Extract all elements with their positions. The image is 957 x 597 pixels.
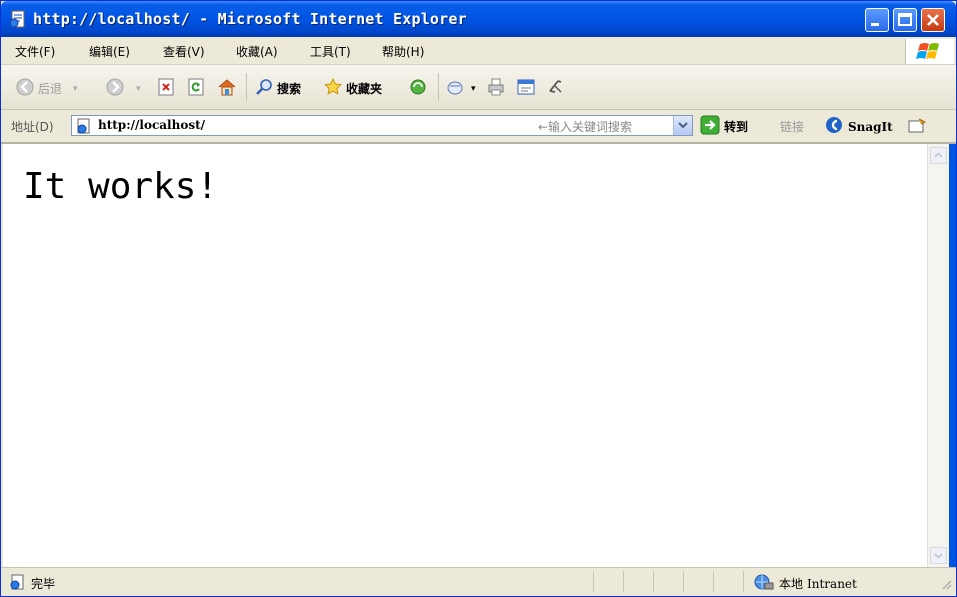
search-icon [254,77,274,100]
status-divider [593,571,594,592]
page-heading: It works! [23,166,219,207]
menu-help[interactable]: 帮助(H) [382,43,424,60]
refresh-button[interactable] [186,77,206,100]
status-divider [623,571,624,592]
keyword-search-hint: ←输入关键词搜索 [538,120,633,134]
back-dropdown-icon: ▾ [73,83,78,94]
edit-button[interactable] [516,77,536,100]
address-dropdown-button[interactable] [673,116,692,135]
forward-button[interactable]: ▾ [105,77,141,100]
print-icon [486,77,506,100]
status-text: 完毕 [31,577,56,591]
menu-file[interactable]: 文件(F) [15,43,55,60]
chevron-down-icon [678,122,688,129]
address-input[interactable]: http://localhost/ ←输入关键词搜索 [71,115,693,136]
browser-window: http://localhost/ - Microsoft Internet E… [0,0,957,597]
page-content: It works! [3,144,927,567]
zone-name-en: Intranet [807,576,857,591]
address-url: http://localhost/ [98,118,206,132]
snagit-label: SnagIt [848,119,893,134]
stop-button[interactable] [156,77,176,100]
links-button[interactable]: 链接 [780,118,804,135]
toolbar-separator [438,73,439,101]
window-frame-right [949,144,956,567]
scroll-up-button[interactable] [930,147,947,164]
status-divider [653,571,654,592]
go-arrow-icon [700,115,720,138]
edit-page-icon [516,77,536,100]
go-button[interactable]: 转到 [700,115,748,138]
mail-dropdown-icon: ▾ [471,83,476,94]
chevron-down-icon [934,553,943,559]
favorites-star-icon [323,77,343,100]
stop-icon [156,77,176,100]
favorites-button[interactable]: 收藏夹 [323,77,382,100]
forward-dropdown-icon: ▾ [136,83,141,94]
status-bar: 完毕 本地 Intranet [1,567,956,596]
back-arrow-icon [15,77,35,100]
window-title: http://localhost/ - Microsoft Internet E… [33,10,467,28]
toolbar-separator [246,73,247,101]
standard-toolbar: 后退 ▾ ▾ 搜索 收藏夹 ▾ [1,65,956,110]
scroll-down-button[interactable] [930,547,947,564]
home-icon [216,77,238,100]
back-label: 后退 [38,82,63,96]
menu-edit[interactable]: 编辑(E) [89,43,130,60]
snagit-button[interactable]: SnagIt [824,115,893,138]
status-divider [743,571,744,592]
chevron-up-icon [934,152,943,158]
page-icon [76,118,94,138]
resize-grip-icon[interactable] [940,575,952,594]
vertical-scrollbar[interactable] [927,144,950,567]
refresh-icon [186,77,206,100]
mail-button[interactable]: ▾ [446,77,476,100]
menu-view[interactable]: 查看(V) [163,43,205,60]
page-done-icon [9,574,27,594]
snagit-capture-icon[interactable] [907,117,929,139]
discuss-icon [546,77,566,100]
go-label: 转到 [724,120,749,134]
mail-icon [446,77,468,100]
intranet-globe-icon [753,573,775,594]
close-button[interactable] [921,8,945,32]
home-button[interactable] [216,77,238,100]
menu-bar: 文件(F) 编辑(E) 查看(V) 收藏(A) 工具(T) 帮助(H) [1,37,956,65]
forward-arrow-icon [105,77,125,100]
minimize-button[interactable] [865,8,889,32]
print-button[interactable] [486,77,506,100]
media-icon [408,77,428,100]
snagit-icon [824,115,844,138]
zone-name-cn: 本地 [779,577,804,591]
discuss-button[interactable] [546,77,566,100]
ie-page-icon [9,10,27,28]
menu-tools[interactable]: 工具(T) [310,43,351,60]
status-divider [713,571,714,592]
address-label: 地址(D) [11,120,54,134]
favorites-label: 收藏夹 [346,82,383,96]
maximize-button[interactable] [893,8,917,32]
search-button[interactable]: 搜索 [254,77,301,100]
search-label: 搜索 [277,82,302,96]
back-button[interactable]: 后退 ▾ [15,77,78,100]
address-bar: 地址(D) http://localhost/ ←输入关键词搜索 转到 链接 S… [1,110,956,144]
title-bar[interactable]: http://localhost/ - Microsoft Internet E… [1,1,956,37]
menu-favorites[interactable]: 收藏(A) [236,43,278,60]
security-zone[interactable]: 本地 Intranet [753,573,857,594]
windows-logo-icon [905,39,954,64]
media-button[interactable] [408,77,428,100]
status-divider [683,571,684,592]
